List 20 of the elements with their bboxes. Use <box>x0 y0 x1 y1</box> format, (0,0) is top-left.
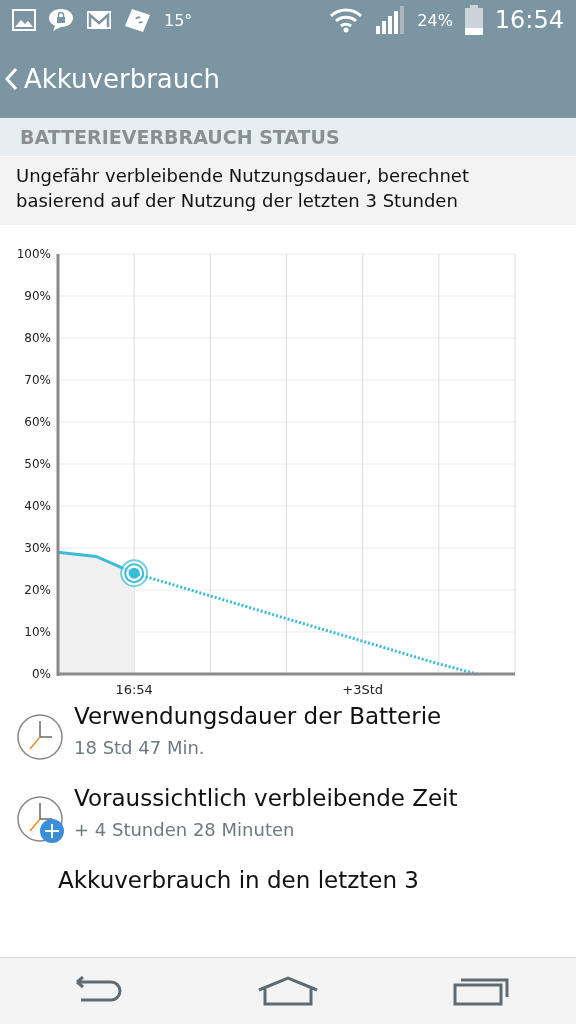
y-tick-label: 50% <box>24 457 51 472</box>
section-header: BATTERIEVERBRAUCH STATUS <box>0 118 576 156</box>
y-tick-label: 60% <box>24 415 51 430</box>
y-tick-label: 80% <box>24 331 51 346</box>
x-tick-label: 16:54 <box>115 682 153 698</box>
y-tick-label: 90% <box>24 289 51 304</box>
clock-time: 16:54 <box>494 6 564 34</box>
item-subtitle: 18 Std 47 Min. <box>74 737 206 759</box>
temperature-text: 15° <box>164 10 193 30</box>
item-subtitle: + 4 Stunden 28 Minuten <box>74 819 296 841</box>
description-text: Ungefähr verbleibende Nutzungsdauer, berechnet basierend auf der Nutzung der letzten 3 Stunden <box>0 156 576 226</box>
y-tick-label: 40% <box>24 499 51 514</box>
y-tick-label: 20% <box>24 583 51 598</box>
y-tick-label: 10% <box>24 625 51 640</box>
battery-percent: 24% <box>417 10 453 30</box>
y-tick-label: 100% <box>16 247 51 262</box>
y-tick-label: 0% <box>31 667 51 682</box>
x-tick-label: +3Std <box>342 682 384 698</box>
y-tick-label: 70% <box>24 373 51 388</box>
y-tick-label: 30% <box>24 541 51 556</box>
